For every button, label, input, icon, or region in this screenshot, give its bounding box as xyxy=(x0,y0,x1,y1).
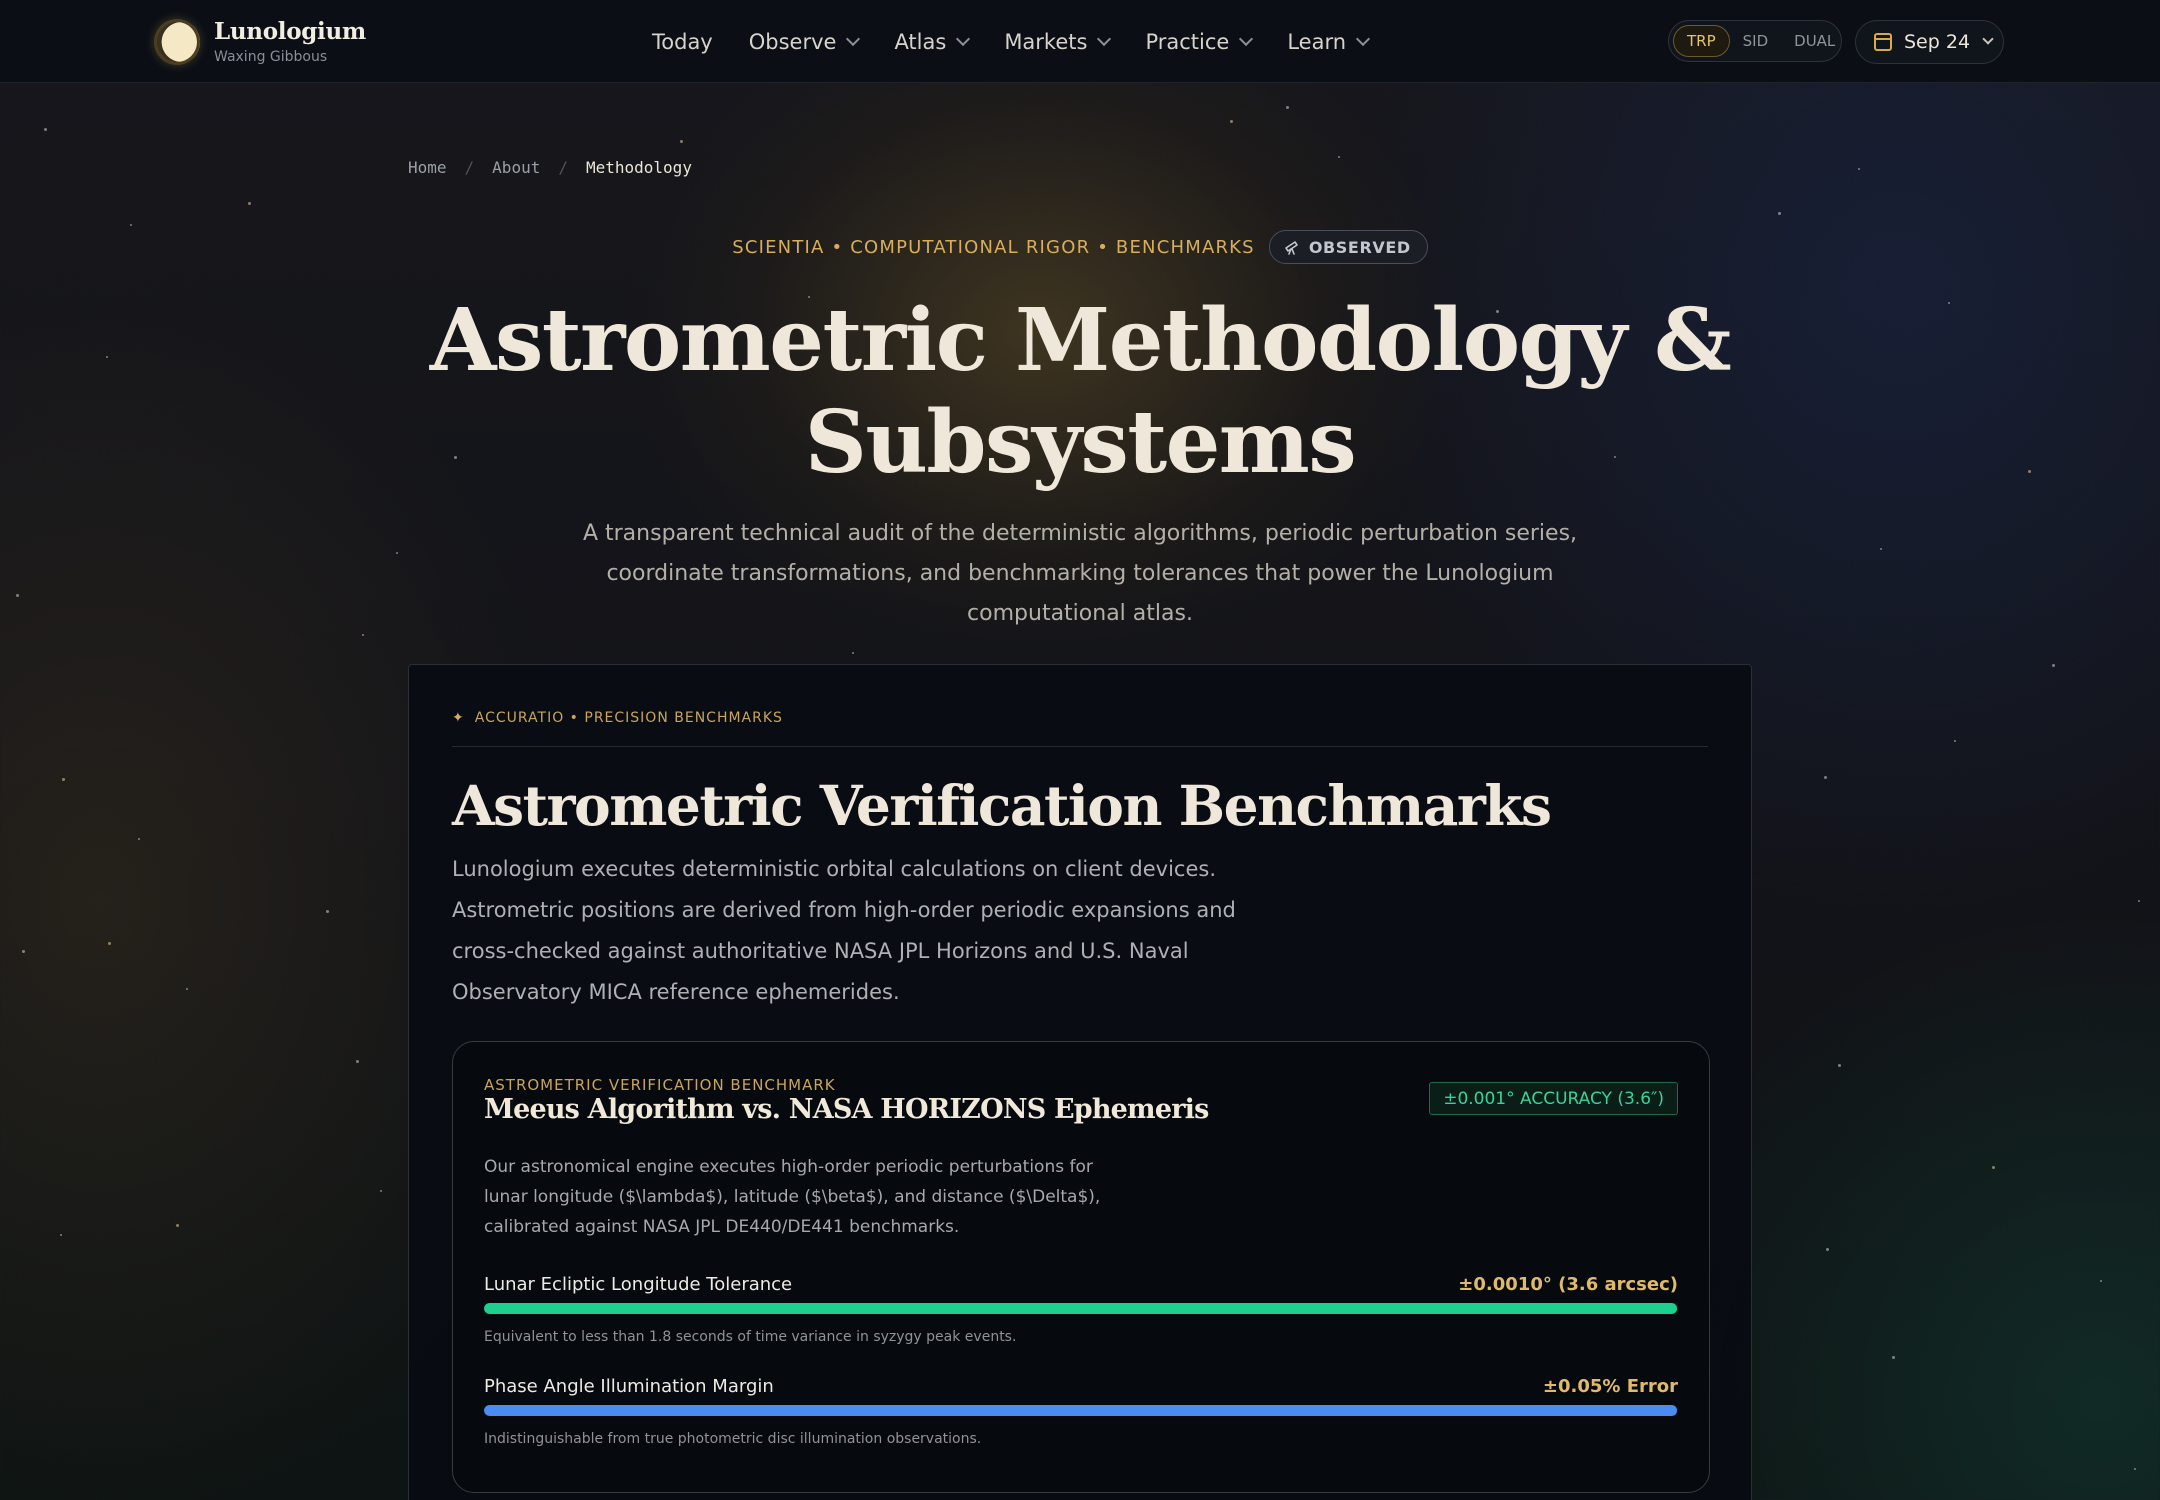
menu-item-label: Markets xyxy=(1004,29,1088,54)
hero-eyebrow: SCIENTIA • COMPUTATIONAL RIGOR • BENCHMA… xyxy=(0,230,2160,264)
moon-phase-icon xyxy=(154,18,200,65)
menu-item-today[interactable]: Today xyxy=(652,30,713,54)
chevron-down-icon xyxy=(846,31,861,46)
menu-item-markets[interactable]: Markets xyxy=(1004,29,1112,54)
top-navigation-bar: Lunologium Waxing Gibbous Today Observe … xyxy=(0,0,2160,83)
benchmarks-panel: ✦ ACCURATIO • PRECISION BENCHMARKS Astro… xyxy=(408,664,1752,1500)
metric-note: Indistinguishable from true photometric … xyxy=(484,1431,982,1447)
benchmark-card: ASTROMETRIC VERIFICATION BENCHMARK Meeus… xyxy=(452,1041,1710,1493)
chevron-down-icon xyxy=(1239,31,1254,46)
card-title: Meeus Algorithm vs. NASA HORIZONS Epheme… xyxy=(484,1094,1209,1125)
sparkle-icon: ✦ xyxy=(452,710,465,726)
menu-item-label: Today xyxy=(652,29,713,54)
metric-header: Phase Angle Illumination Margin ±0.05% E… xyxy=(484,1376,1678,1397)
menu-item-learn[interactable]: Learn xyxy=(1287,29,1371,54)
breadcrumb-about-link[interactable]: About xyxy=(492,158,540,177)
page-title: Astrometric Methodology & Subsystems xyxy=(0,290,2160,494)
chevron-down-icon xyxy=(1355,31,1371,46)
calendar-icon xyxy=(1874,33,1892,51)
brand-logo-link[interactable]: Lunologium Waxing Gibbous xyxy=(154,18,366,65)
brand-name: Lunologium xyxy=(214,18,366,45)
section-description: Lunologium executes deterministic orbita… xyxy=(452,857,1236,1004)
progress-track xyxy=(484,1405,1678,1416)
card-description: Our astronomical engine executes high-or… xyxy=(484,1157,1101,1237)
chevron-down-icon xyxy=(1982,33,1994,45)
progress-fill xyxy=(484,1303,1677,1314)
metric-longitude-tolerance: Lunar Ecliptic Longitude Tolerance ±0.00… xyxy=(484,1274,1678,1345)
mode-sidereal-button[interactable]: SID xyxy=(1730,26,1782,56)
metric-note: Equivalent to less than 1.8 seconds of t… xyxy=(484,1329,1017,1345)
metric-value: ±0.0010° (3.6 arcsec) xyxy=(1458,1274,1678,1295)
breadcrumb-separator: / xyxy=(464,158,475,177)
page-subtitle: A transparent technical audit of the det… xyxy=(582,521,1578,626)
chevron-down-icon xyxy=(1097,31,1112,46)
divider xyxy=(452,746,1708,747)
menu-item-atlas[interactable]: Atlas xyxy=(894,29,971,54)
accuracy-badge: ±0.001° ACCURACY (3.6″) xyxy=(1429,1082,1678,1115)
breadcrumb-current: Methodology xyxy=(585,158,692,177)
menu-item-practice[interactable]: Practice xyxy=(1145,29,1254,54)
breadcrumb-separator: / xyxy=(558,158,568,177)
panel-eyebrow-text: ACCURATIO • PRECISION BENCHMARKS xyxy=(474,710,783,726)
progress-fill xyxy=(484,1405,1678,1416)
mode-dual-button[interactable]: DUAL xyxy=(1781,26,1848,56)
page-title-line-2: Subsystems xyxy=(804,392,1357,493)
progress-track xyxy=(484,1303,1678,1314)
chevron-down-icon xyxy=(956,31,971,46)
breadcrumb-home-link[interactable]: Home xyxy=(408,158,447,177)
hero-eyebrow-text: SCIENTIA • COMPUTATIONAL RIGOR • BENCHMA… xyxy=(732,236,1255,258)
menu-item-observe[interactable]: Observe xyxy=(748,29,861,54)
zodiac-mode-toggle: TRP SID DUAL xyxy=(1668,20,1842,62)
menu-item-label: Atlas xyxy=(894,29,947,54)
menu-item-label: Observe xyxy=(748,29,837,54)
card-eyebrow: ASTROMETRIC VERIFICATION BENCHMARK xyxy=(484,1076,836,1094)
breadcrumb: Home / About / Methodology xyxy=(408,158,692,177)
observed-badge: OBSERVED xyxy=(1268,230,1428,264)
menu-item-label: Practice xyxy=(1145,29,1230,54)
observed-badge-label: OBSERVED xyxy=(1308,237,1411,257)
brand-moon-phase: Waxing Gibbous xyxy=(214,49,328,65)
telescope-icon xyxy=(1285,241,1298,255)
main-menu: Today Observe Atlas Markets Practice Lea… xyxy=(652,0,1404,83)
metric-value: ±0.05% Error xyxy=(1542,1376,1678,1397)
menu-item-label: Learn xyxy=(1287,29,1347,54)
date-label: Sep 24 xyxy=(1904,31,1971,53)
mode-tropical-button[interactable]: TRP xyxy=(1673,25,1730,57)
metric-label: Lunar Ecliptic Longitude Tolerance xyxy=(484,1274,793,1295)
metric-phase-angle-margin: Phase Angle Illumination Margin ±0.05% E… xyxy=(484,1376,1678,1447)
page-title-line-1: Astrometric Methodology & xyxy=(429,290,1732,391)
panel-eyebrow: ✦ ACCURATIO • PRECISION BENCHMARKS xyxy=(452,710,783,726)
metric-label: Phase Angle Illumination Margin xyxy=(484,1376,774,1397)
brand-text: Lunologium Waxing Gibbous xyxy=(214,18,366,65)
section-title: Astrometric Verification Benchmarks xyxy=(452,773,1552,838)
date-picker-button[interactable]: Sep 24 xyxy=(1855,20,2004,64)
metric-header: Lunar Ecliptic Longitude Tolerance ±0.00… xyxy=(484,1274,1678,1295)
